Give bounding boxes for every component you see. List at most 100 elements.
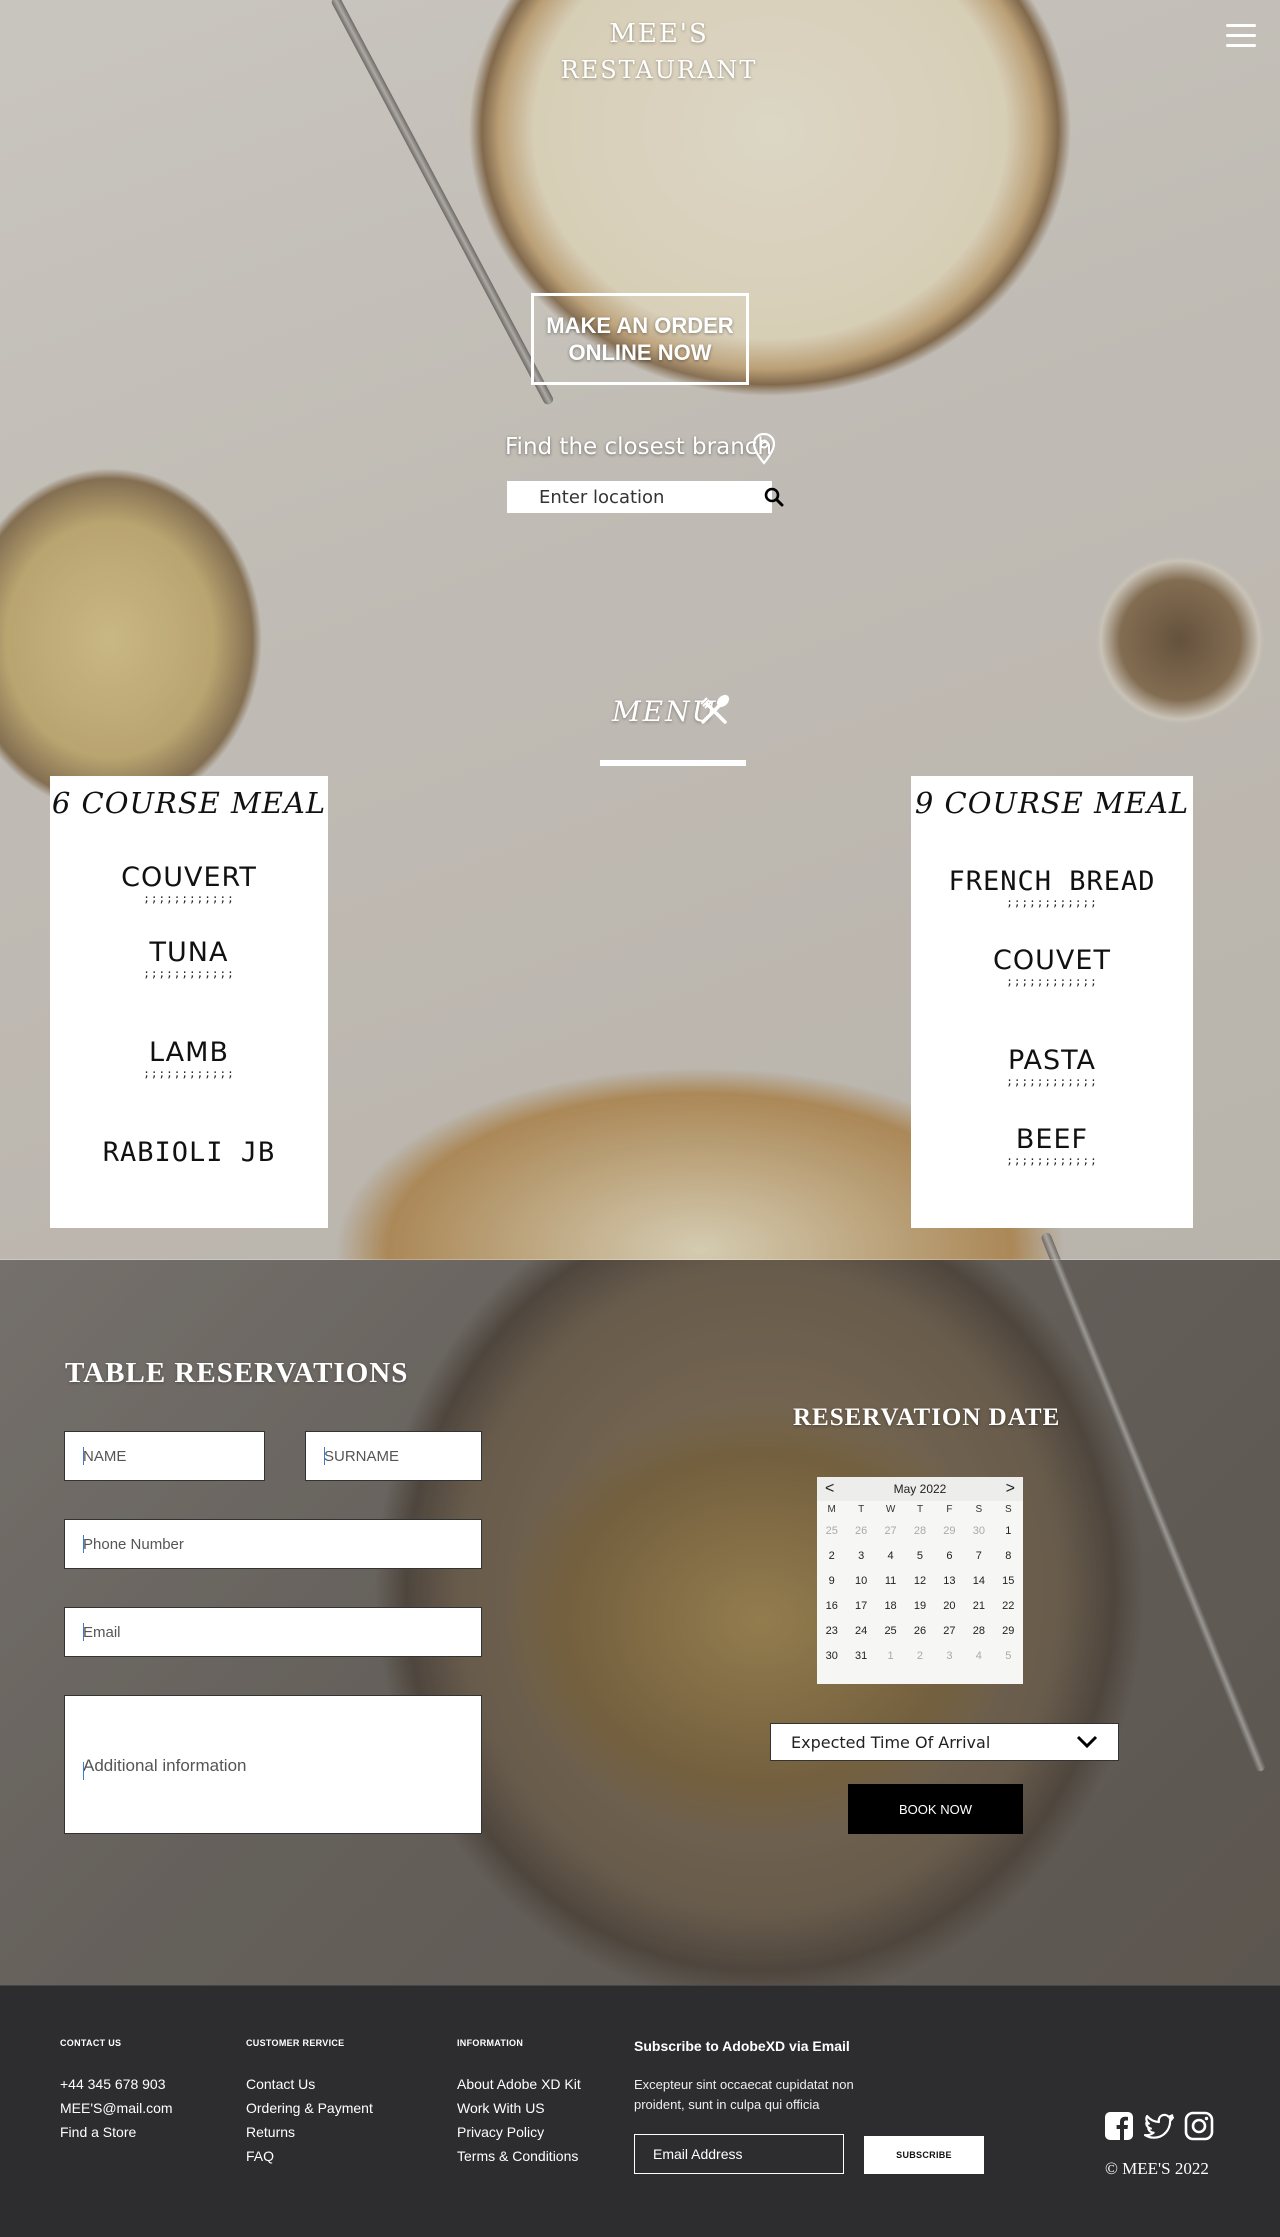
calendar-day[interactable]: 29	[935, 1519, 964, 1544]
calendar-day[interactable]: 10	[846, 1569, 875, 1594]
calendar-day[interactable]: 3	[846, 1544, 875, 1569]
menu-item: RABIOLI JB	[50, 1137, 328, 1168]
next-month-icon[interactable]: >	[1006, 1481, 1015, 1497]
calendar-day[interactable]: 30	[817, 1644, 846, 1669]
calendar-weekday: T	[916, 1504, 924, 1515]
name-input[interactable]	[65, 1432, 264, 1480]
calendar-day[interactable]: 27	[935, 1619, 964, 1644]
hamburger-menu-icon[interactable]	[1226, 24, 1256, 48]
footer: CONTACT US +44 345 678 903 MEE'S@mail.co…	[0, 1985, 1280, 2237]
calendar-day[interactable]: 9	[817, 1569, 846, 1594]
additional-info-textarea[interactable]	[65, 1696, 481, 1833]
footer-link[interactable]: About Adobe XD Kit	[457, 2072, 581, 2096]
calendar-day[interactable]: 21	[964, 1594, 993, 1619]
calendar-day[interactable]: 4	[876, 1544, 905, 1569]
find-branch-label: Find the closest branch	[505, 434, 772, 460]
footer-link-find-store[interactable]: Find a Store	[60, 2120, 173, 2144]
text-caret	[83, 1762, 84, 1780]
calendar-day[interactable]: 12	[905, 1569, 934, 1594]
menu-item-dots: ;;;;;;;;;;;;	[1006, 1154, 1098, 1167]
subscribe-text: Excepteur sint occaecat cupidatat non pr…	[634, 2077, 854, 2112]
location-input[interactable]	[507, 481, 764, 513]
calendar-day[interactable]: 26	[846, 1519, 875, 1544]
footer-link-phone[interactable]: +44 345 678 903	[60, 2072, 173, 2096]
calendar-day[interactable]: 18	[876, 1594, 905, 1619]
footer-contact-column: CONTACT US +44 345 678 903 MEE'S@mail.co…	[60, 2038, 173, 2144]
twitter-icon[interactable]	[1143, 2110, 1175, 2142]
calendar-day[interactable]: 24	[846, 1619, 875, 1644]
calendar-day[interactable]: 14	[964, 1569, 993, 1594]
phone-input[interactable]	[65, 1520, 481, 1568]
menu-item-name: FRENCH BREAD	[948, 866, 1156, 897]
calendar-day[interactable]: 28	[964, 1619, 993, 1644]
copyright-text: © MEE'S 2022	[1105, 2159, 1209, 2178]
menu-item-dots: ;;;;;;;;;;;;	[143, 892, 235, 905]
calendar-day[interactable]: 16	[817, 1594, 846, 1619]
calendar-day[interactable]: 27	[876, 1519, 905, 1544]
calendar-day[interactable]: 31	[846, 1644, 875, 1669]
calendar-month-label: May 2022	[893, 1482, 947, 1496]
calendar-day[interactable]: 7	[964, 1544, 993, 1569]
menu-item-dots: ;;;;;;;;;;;;	[1006, 896, 1098, 909]
calendar-day[interactable]: 25	[876, 1619, 905, 1644]
book-now-button[interactable]: BOOK NOW	[848, 1784, 1023, 1834]
nine-course-menu-card: 9 COURSE MEAL FRENCH BREAD ;;;;;;;;;;;; …	[911, 776, 1193, 1228]
footer-link[interactable]: Contact Us	[246, 2072, 373, 2096]
calendar-day[interactable]: 30	[964, 1519, 993, 1544]
footer-link[interactable]: Terms & Conditions	[457, 2144, 581, 2168]
calendar-day[interactable]: 6	[935, 1544, 964, 1569]
calendar-day[interactable]: 3	[935, 1644, 964, 1669]
footer-link[interactable]: Work With US	[457, 2096, 581, 2120]
reservation-date-title: RESERVATION DATE	[793, 1404, 1061, 1431]
footer-link[interactable]: Ordering & Payment	[246, 2096, 373, 2120]
footer-link[interactable]: Returns	[246, 2120, 373, 2144]
calendar-day[interactable]: 20	[935, 1594, 964, 1619]
calendar-day[interactable]: 1	[876, 1644, 905, 1669]
calendar-day[interactable]: 19	[905, 1594, 934, 1619]
calendar-day[interactable]: 22	[994, 1594, 1023, 1619]
subscribe-email-input[interactable]	[653, 2146, 843, 2162]
calendar-day[interactable]: 2	[817, 1544, 846, 1569]
social-icons	[1103, 2110, 1215, 2142]
calendar-day[interactable]: 29	[994, 1619, 1023, 1644]
prev-month-icon[interactable]: <	[825, 1481, 834, 1497]
menu-item-dots: ;;;;;;;;;;;;	[143, 967, 235, 980]
calendar-day[interactable]: 23	[817, 1619, 846, 1644]
calendar-grid: M T W T F S S 25 26 27 28 29 30 1 2 3 4 5 6 7 8 9 10 11 12 13 14 15…	[817, 1501, 1023, 1669]
search-icon[interactable]	[764, 482, 784, 512]
footer-link[interactable]: FAQ	[246, 2144, 373, 2168]
text-caret	[83, 1535, 84, 1553]
instagram-icon[interactable]	[1183, 2110, 1215, 2142]
order-button-line2: ONLINE NOW	[568, 340, 712, 365]
calendar-day[interactable]: 1	[994, 1519, 1023, 1544]
calendar-day[interactable]: 4	[964, 1644, 993, 1669]
footer-link-email[interactable]: MEE'S@mail.com	[60, 2096, 173, 2120]
facebook-icon[interactable]	[1103, 2110, 1135, 2142]
footer-link[interactable]: Privacy Policy	[457, 2120, 581, 2144]
text-caret	[83, 1623, 84, 1641]
subscribe-title: Subscribe to AdobeXD via Email	[634, 2038, 850, 2054]
calendar-day[interactable]: 11	[876, 1569, 905, 1594]
order-online-button[interactable]: MAKE AN ORDER ONLINE NOW	[531, 293, 749, 385]
calendar-day[interactable]: 25	[817, 1519, 846, 1544]
calendar-weekday: W	[885, 1504, 896, 1515]
email-input[interactable]	[65, 1608, 481, 1656]
calendar-day[interactable]: 8	[994, 1544, 1023, 1569]
calendar-day[interactable]: 15	[994, 1569, 1023, 1594]
calendar-weekday: M	[827, 1504, 836, 1515]
calendar-day[interactable]: 5	[994, 1644, 1023, 1669]
surname-input[interactable]	[306, 1432, 481, 1480]
calendar-header: < May 2022 >	[817, 1477, 1023, 1501]
subscribe-button[interactable]: SUBSCRIBE	[864, 2136, 984, 2174]
calendar-day[interactable]: 13	[935, 1569, 964, 1594]
arrival-time-select[interactable]: Expected Time Of Arrival	[770, 1723, 1119, 1761]
calendar-day[interactable]: 2	[905, 1644, 934, 1669]
brand-logo[interactable]: MEE'S RESTAURANT	[520, 16, 798, 88]
calendar-day[interactable]: 5	[905, 1544, 934, 1569]
calendar-day[interactable]: 17	[846, 1594, 875, 1619]
footer-heading: INFORMATION	[457, 2038, 524, 2048]
calendar-day[interactable]: 26	[905, 1619, 934, 1644]
calendar-day[interactable]: 28	[905, 1519, 934, 1544]
utensils-icon	[700, 694, 730, 724]
menu-item-name: COUVET	[993, 945, 1111, 976]
